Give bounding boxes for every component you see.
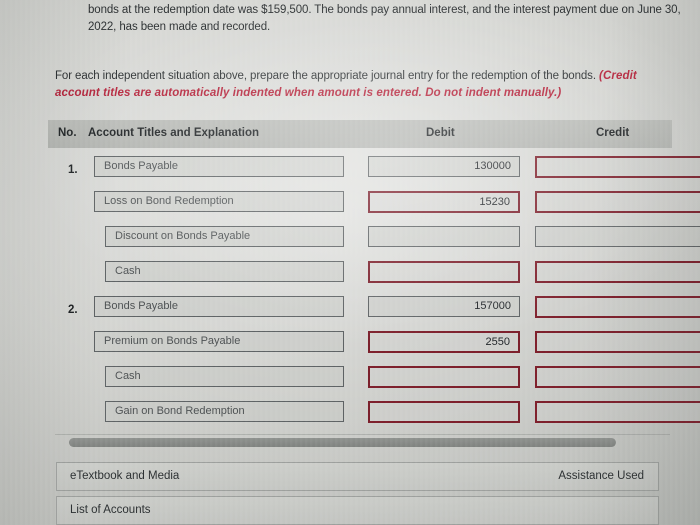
debit-amount-input[interactable] bbox=[368, 401, 520, 423]
credit-amount-input[interactable]: 139 bbox=[535, 261, 700, 283]
account-title-input[interactable]: Cash bbox=[105, 366, 344, 387]
column-header-account-titles: Account Titles and Explanation bbox=[88, 127, 260, 139]
account-title-input[interactable]: Cash bbox=[105, 261, 344, 282]
account-title-input[interactable]: Loss on Bond Redemption bbox=[94, 191, 344, 212]
table-body: 1. Bonds Payable 130000 Loss on Bond Redemp… bbox=[48, 148, 700, 436]
problem-statement: bonds at the redemption date was $159,50… bbox=[88, 4, 681, 33]
instructions-main: For each independent situation above, pr… bbox=[55, 70, 596, 82]
table-row: Loss on Bond Redemption 15230 bbox=[48, 191, 700, 226]
table-row: 1. Bonds Payable 130000 bbox=[48, 156, 700, 191]
debit-amount-input[interactable]: 15230 bbox=[368, 191, 520, 213]
table-row: Discount on Bonds Payable 12 bbox=[48, 226, 700, 261]
assistance-used-label[interactable]: Assistance Used bbox=[558, 470, 644, 482]
debit-amount-input[interactable] bbox=[368, 366, 520, 388]
column-header-debit: Debit bbox=[426, 127, 455, 139]
horizontal-scrollbar-thumb[interactable] bbox=[69, 438, 616, 447]
etextbook-and-media-label[interactable]: eTextbook and Media bbox=[70, 470, 179, 482]
list-of-accounts-label[interactable]: List of Accounts bbox=[70, 504, 151, 516]
journal-entry-table: No. Account Titles and Explanation Debit… bbox=[48, 120, 700, 436]
account-title-input[interactable]: Gain on Bond Redemption bbox=[105, 401, 344, 422]
instructions-block: For each independent situation above, pr… bbox=[55, 68, 670, 102]
table-header-row: No. Account Titles and Explanation Debit… bbox=[48, 120, 672, 148]
horizontal-scrollbar-track[interactable] bbox=[55, 434, 670, 447]
etextbook-and-media-bar[interactable]: eTextbook and Media Assistance Used bbox=[56, 462, 659, 491]
credit-amount-input[interactable] bbox=[535, 331, 700, 353]
table-row: Cash 143 bbox=[48, 366, 700, 401]
list-of-accounts-button[interactable]: List of Accounts bbox=[56, 496, 659, 525]
debit-amount-input[interactable] bbox=[368, 261, 520, 283]
debit-amount-input[interactable] bbox=[368, 226, 520, 247]
table-row: 2. Bonds Payable 157000 bbox=[48, 296, 700, 331]
account-title-input[interactable]: Bonds Payable bbox=[94, 156, 344, 177]
credit-amount-input[interactable] bbox=[535, 156, 700, 178]
credit-amount-input[interactable] bbox=[535, 296, 700, 318]
table-row: Cash 139 bbox=[48, 261, 700, 296]
credit-amount-input[interactable] bbox=[535, 191, 700, 213]
debit-amount-input[interactable]: 130000 bbox=[368, 156, 520, 177]
debit-amount-input[interactable]: 2550 bbox=[368, 331, 520, 353]
table-row: Premium on Bonds Payable 2550 bbox=[48, 331, 700, 366]
debit-amount-input[interactable]: 157000 bbox=[368, 296, 520, 317]
account-title-input[interactable]: Bonds Payable bbox=[94, 296, 344, 317]
table-row: Gain on Bond Redemption 8 bbox=[48, 401, 700, 436]
credit-amount-input[interactable]: 8 bbox=[535, 401, 700, 423]
row-number: 2. bbox=[68, 304, 78, 316]
row-number: 1. bbox=[68, 164, 78, 176]
screen-photo: bonds at the redemption date was $159,50… bbox=[0, 0, 700, 525]
account-title-input[interactable]: Premium on Bonds Payable bbox=[94, 331, 344, 352]
column-header-no: No. bbox=[58, 127, 77, 139]
credit-amount-input[interactable]: 143 bbox=[535, 366, 700, 388]
column-header-credit: Credit bbox=[596, 127, 630, 139]
account-title-input[interactable]: Discount on Bonds Payable bbox=[105, 226, 344, 247]
credit-amount-input[interactable]: 12 bbox=[535, 226, 700, 247]
